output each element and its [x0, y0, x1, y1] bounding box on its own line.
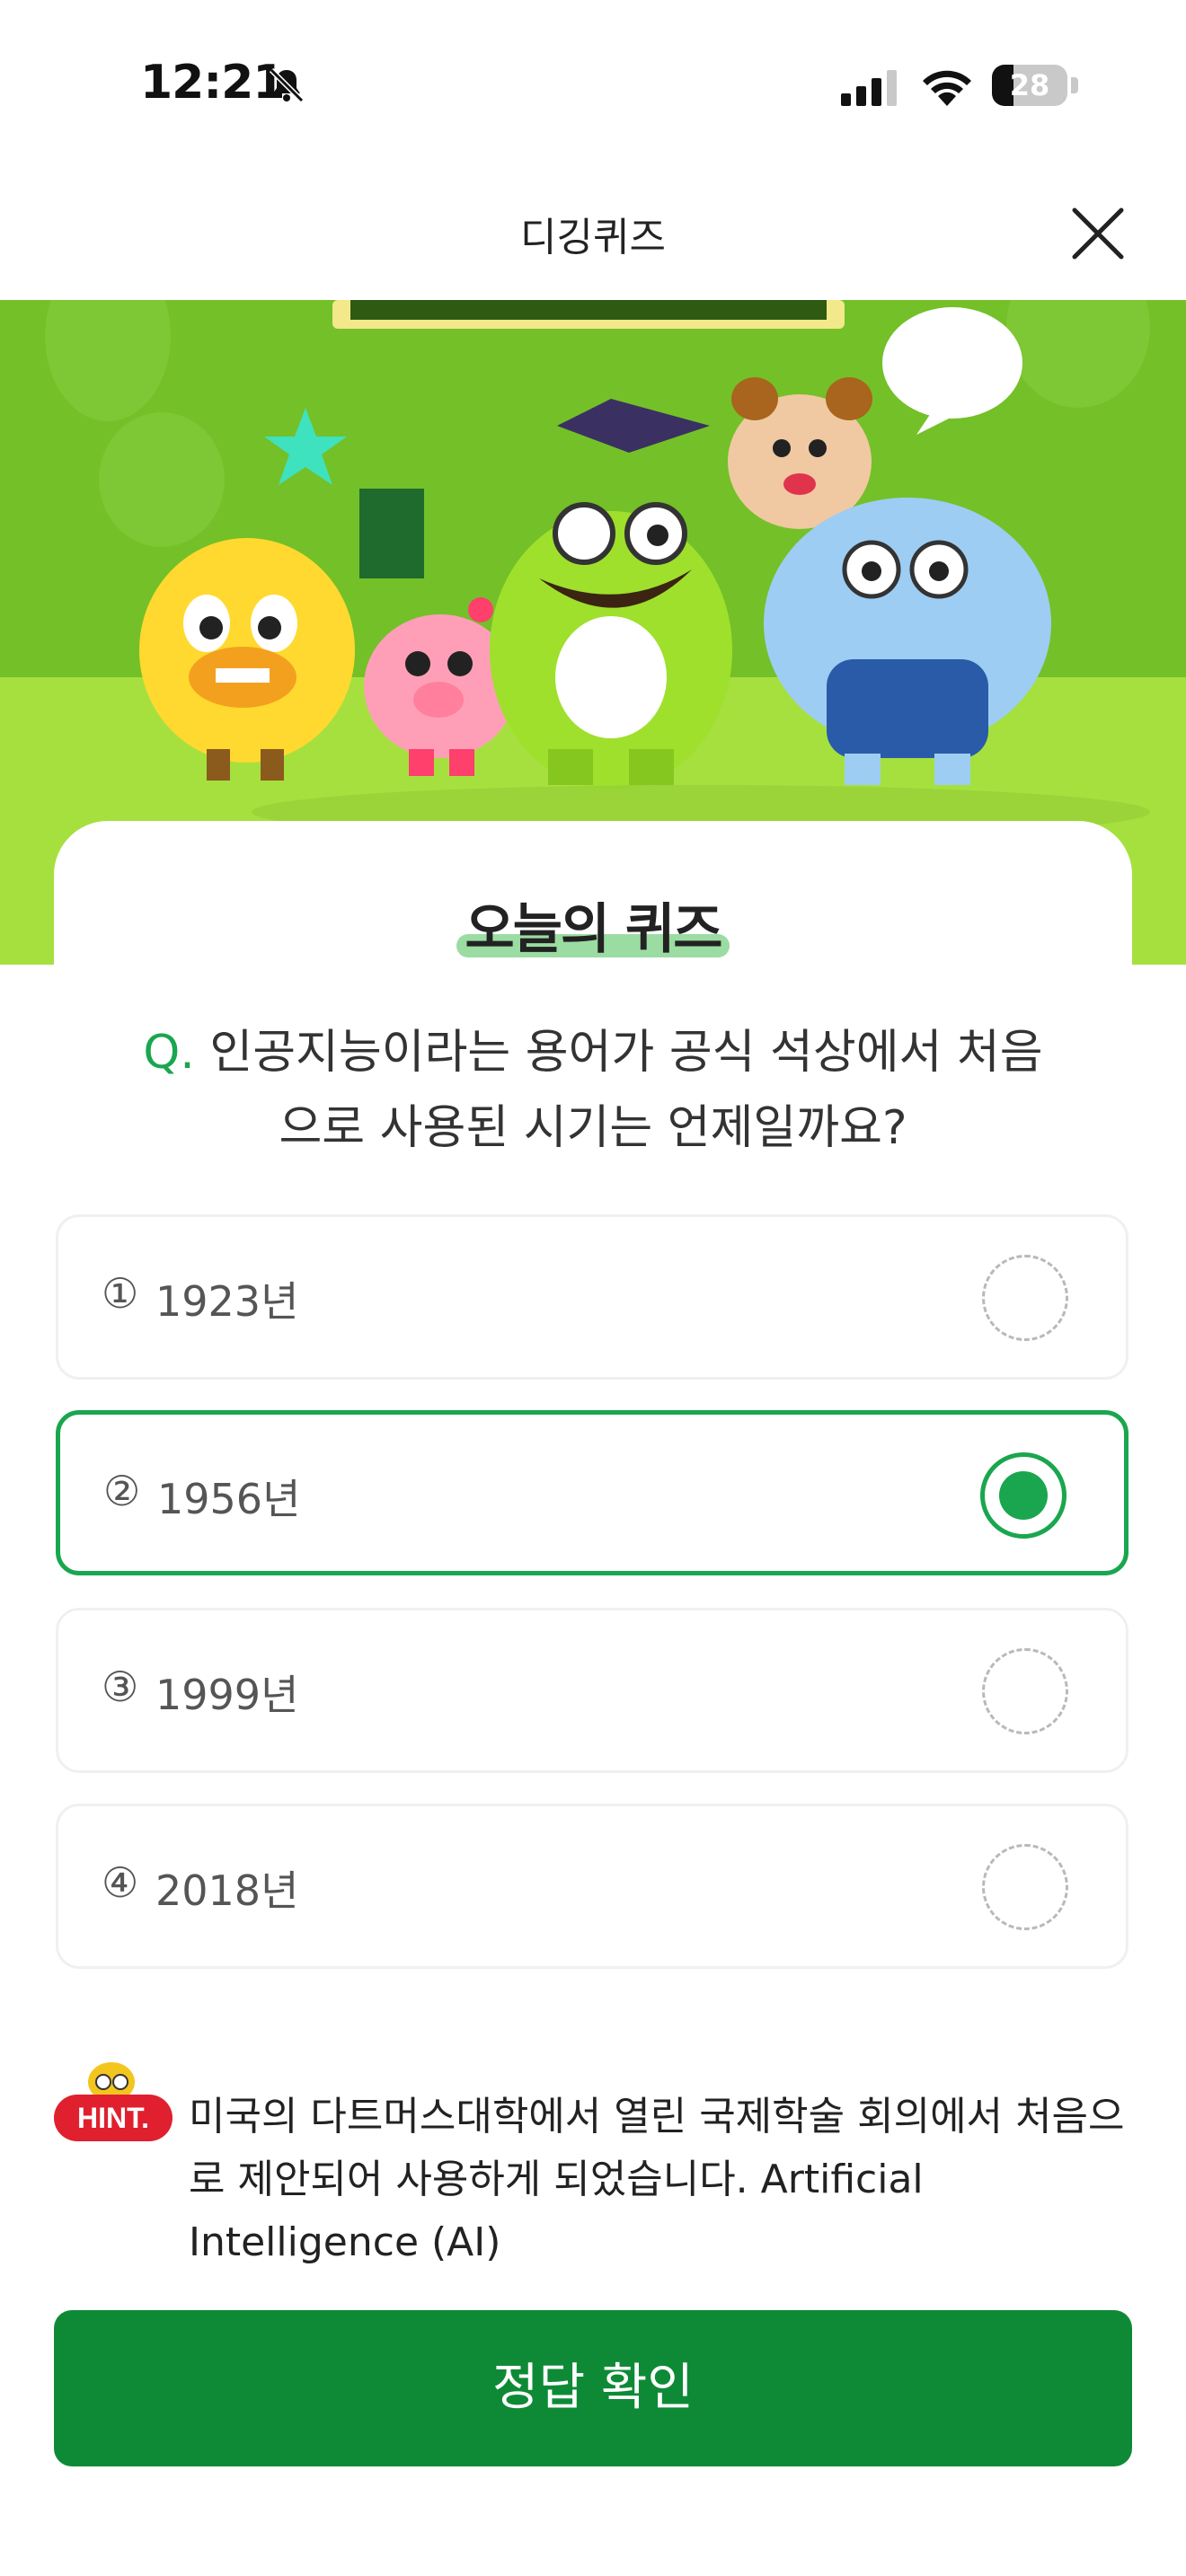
hint-icon: HINT. — [54, 2062, 173, 2141]
option-number: ② — [103, 1467, 141, 1515]
answer-option-3[interactable]: ③ 1999년 — [56, 1608, 1128, 1773]
page-title: 디깅퀴즈 — [520, 215, 666, 260]
answer-option-4[interactable]: ④ 2018년 — [56, 1804, 1128, 1969]
battery-level: 28 — [1009, 68, 1050, 102]
option-number: ① — [102, 1269, 139, 1318]
option-label: 1999년 — [155, 1671, 299, 1719]
close-icon[interactable] — [1069, 205, 1127, 262]
answer-option-1[interactable]: ① 1923년 — [56, 1214, 1128, 1380]
check-answer-button[interactable]: 정답 확인 — [54, 2310, 1132, 2466]
hint-badge-text: HINT. — [77, 2102, 149, 2134]
option-label: 1923년 — [155, 1277, 299, 1326]
status-time: 12:21 — [140, 56, 286, 110]
quiz-question: Q. 인공지능이라는 용어가 공식 석상에서 처음 으로 사용된 시기는 언제일… — [126, 1015, 1060, 1166]
option-label: 1956년 — [157, 1475, 301, 1523]
radio-button-selected[interactable] — [980, 1452, 1067, 1539]
option-number: ③ — [102, 1663, 139, 1711]
option-label: 2018년 — [155, 1866, 299, 1915]
hint-text: 미국의 다트머스대학에서 열린 국제학술 회의에서 처음으 로 제안되어 사용하… — [189, 2094, 1125, 2265]
radio-button[interactable] — [982, 1844, 1068, 1930]
cellular-signal-icon — [841, 70, 897, 106]
question-line-2: 으로 사용된 시기는 언제일까요? — [279, 1101, 907, 1155]
radio-button[interactable] — [982, 1648, 1068, 1734]
question-line-1: 인공지능이라는 용어가 공식 석상에서 처음 — [209, 1026, 1043, 1080]
quiz-heading: 오늘의 퀴즈 — [465, 898, 723, 961]
battery-icon: 28 — [992, 65, 1078, 106]
wifi-icon — [923, 70, 971, 106]
bell-off-icon — [269, 67, 305, 103]
option-number: ④ — [102, 1858, 139, 1907]
question-prefix: Q. — [143, 1026, 195, 1080]
radio-button[interactable] — [982, 1255, 1068, 1341]
answer-option-2[interactable]: ② 1956년 — [56, 1410, 1128, 1575]
